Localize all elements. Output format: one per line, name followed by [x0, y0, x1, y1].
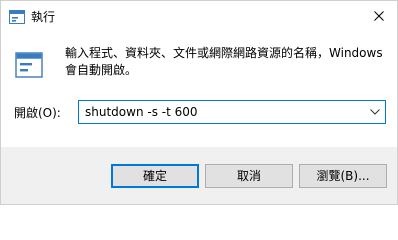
run-app-icon: [15, 52, 43, 78]
command-combobox[interactable]: [78, 100, 386, 124]
run-dialog: 執行 輸入程式、資料夾、文件或網際網路資源的名稱，Windows 會自動開啟。 …: [0, 0, 398, 205]
close-button[interactable]: [361, 1, 397, 31]
cancel-button[interactable]: 取消: [205, 164, 293, 188]
title-bar[interactable]: 執行: [1, 1, 397, 33]
browse-button[interactable]: 瀏覽(B)...: [299, 164, 387, 188]
close-icon: [374, 11, 384, 21]
dropdown-button[interactable]: [365, 101, 385, 123]
open-label: 開啟(O):: [14, 106, 61, 120]
ok-button[interactable]: 確定: [111, 164, 199, 188]
button-bar: 確定 取消 瀏覽(B)...: [1, 147, 397, 204]
dialog-description: 輸入程式、資料夾、文件或網際網路資源的名稱，Windows 會自動開啟。: [65, 46, 383, 77]
run-app-icon: [9, 9, 25, 24]
window-title: 執行: [31, 10, 56, 24]
chevron-down-icon: [370, 109, 380, 115]
command-input[interactable]: [85, 104, 355, 120]
